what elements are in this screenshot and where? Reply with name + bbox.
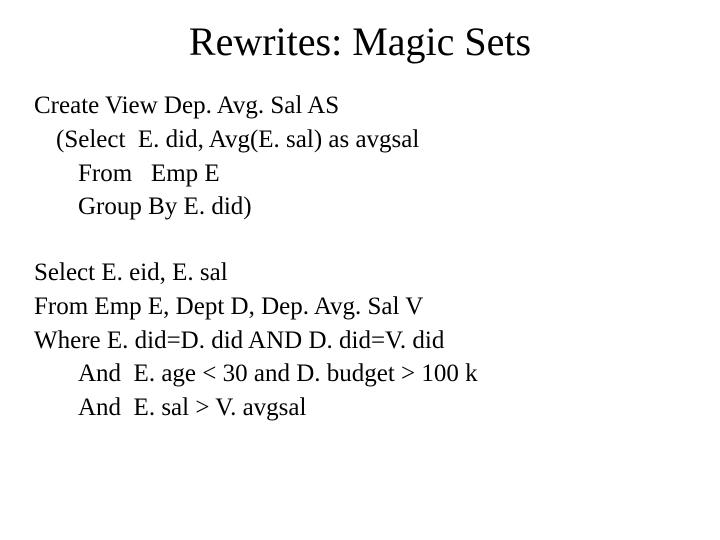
slide: Rewrites: Magic Sets Create View Dep. Av…	[0, 0, 720, 540]
code-line: Group By E. did)	[34, 190, 686, 224]
query-block: Select E. eid, E. sal From Emp E, Dept D…	[34, 256, 686, 425]
code-line: And E. sal > V. avgsal	[34, 391, 686, 425]
code-line: Select E. eid, E. sal	[34, 256, 686, 290]
slide-title: Rewrites: Magic Sets	[34, 18, 686, 65]
code-line: Create View Dep. Avg. Sal AS	[34, 89, 686, 123]
code-line: From Emp E, Dept D, Dep. Avg. Sal V	[34, 290, 686, 324]
code-line: And E. age < 30 and D. budget > 100 k	[34, 357, 686, 391]
code-line: From Emp E	[34, 157, 686, 191]
view-definition-block: Create View Dep. Avg. Sal AS (Select E. …	[34, 89, 686, 224]
code-line: Where E. did=D. did AND D. did=V. did	[34, 324, 686, 358]
code-line: (Select E. did, Avg(E. sal) as avgsal	[34, 123, 686, 157]
